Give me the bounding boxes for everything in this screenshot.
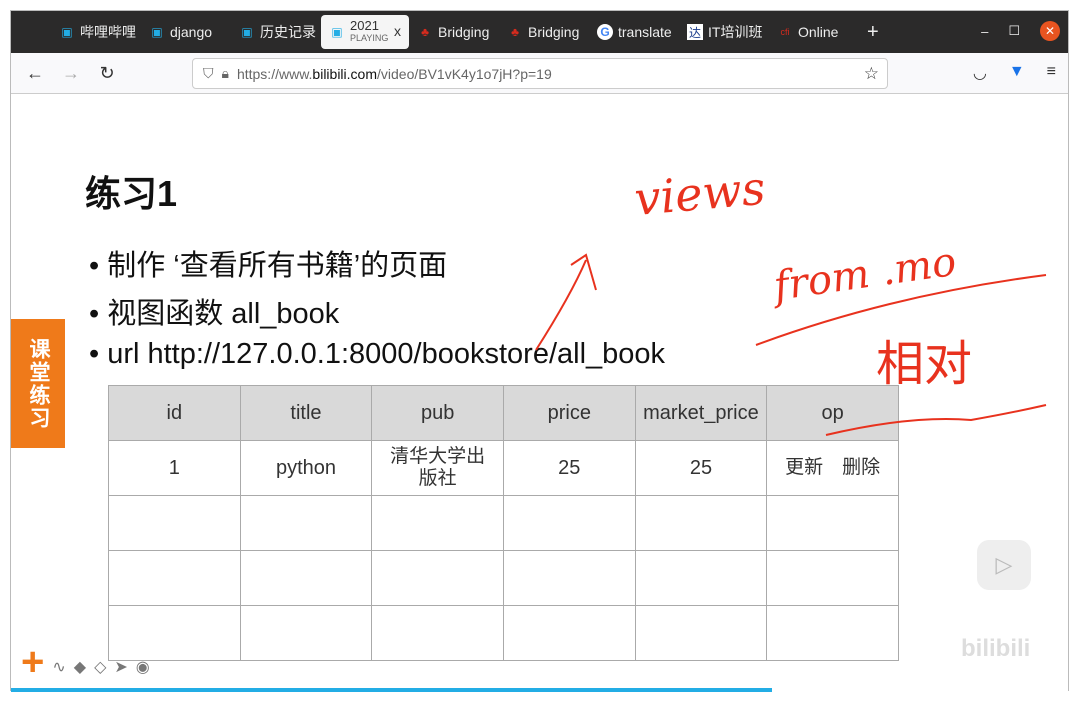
video-content[interactable]: 练习1 • 制作 ‘查看所有书籍’的页面 • 视图函数 all_book • u…: [11, 95, 1068, 692]
pointer-icon[interactable]: ➤: [114, 657, 127, 677]
tab-7[interactable]: 达 IT培训班: [679, 15, 769, 49]
maple-leaf-icon: ♣: [511, 25, 519, 39]
underline-stroke: [825, 404, 1047, 436]
minimize-button[interactable]: –: [981, 24, 988, 39]
url-domain: bilibili.com: [312, 65, 377, 82]
url-bar[interactable]: ⛉ 🔒︎ https://www.bilibili.com/video/BV1vK…: [192, 58, 888, 89]
tab-6[interactable]: Gtranslate: [589, 15, 679, 49]
record-icon[interactable]: ◉: [136, 657, 150, 677]
maple-leaf-icon: ♣: [421, 25, 429, 39]
close-window-button[interactable]: ✕: [1040, 21, 1060, 41]
bilibili-icon: ▣: [331, 25, 343, 39]
pen-toolbar: + ∿ ◆ ◇ ➤ ◉: [21, 640, 150, 684]
new-tab-button[interactable]: +: [867, 21, 879, 44]
tab-8[interactable]: cfi Online: [769, 15, 859, 49]
google-icon: G: [597, 24, 613, 40]
play-button[interactable]: ▷: [977, 540, 1031, 590]
url-text: https://www.bilibili.com/video/BV1vK4y1o…: [237, 66, 552, 82]
bookmark-star-icon[interactable]: ☆: [864, 64, 879, 84]
forward-icon[interactable]: →: [53, 63, 89, 84]
bilibili-icon: ▣: [241, 25, 253, 39]
menu-icon[interactable]: ≡: [1047, 63, 1056, 83]
back-icon[interactable]: ←: [17, 63, 53, 84]
url-path: /video/BV1vK4y1o7jH?p=19: [377, 65, 552, 82]
browser-window: ▣ 哔哩哔哩 ▣ django ▣ 历史记录 ▣ 2021 PLAYING x ♣ Bridg…: [10, 10, 1069, 692]
reload-icon[interactable]: ↻: [89, 63, 125, 84]
video-progress-bar[interactable]: [11, 688, 773, 692]
bilibili-icon: ▣: [61, 25, 73, 39]
tab-2[interactable]: ▣ 历史记录: [231, 15, 321, 49]
handwriting-views: views: [632, 161, 767, 226]
tab-4[interactable]: ♣ Bridging: [409, 15, 499, 49]
tab-3-active[interactable]: ▣ 2021 PLAYING x: [321, 15, 409, 49]
orange-plus-icon: +: [21, 640, 45, 684]
marker-icon[interactable]: ◆: [74, 657, 86, 677]
tab-1[interactable]: ▣ django: [141, 15, 231, 49]
lock-icon[interactable]: 🔒︎: [222, 65, 229, 82]
curve-pen-icon[interactable]: ∿: [52, 657, 65, 677]
handwriting-from: from .mo: [768, 239, 959, 310]
handwriting-annotations: views from .mo 相对: [535, 161, 1047, 436]
arrow-stroke: [535, 253, 597, 351]
tab-5[interactable]: ♣ Bridging: [499, 15, 589, 49]
bilibili-icon: ▣: [151, 25, 163, 39]
close-tab-icon[interactable]: x: [394, 23, 401, 39]
tab-bar: ▣ 哔哩哔哩 ▣ django ▣ 历史记录 ▣ 2021 PLAYING x ♣ Bridg…: [11, 11, 1068, 53]
pocket-icon[interactable]: ◡: [973, 63, 987, 83]
extension-icon[interactable]: ▼: [1009, 63, 1025, 83]
handwriting-relative: 相对: [876, 336, 972, 392]
tab-0[interactable]: ▣ 哔哩哔哩: [51, 15, 141, 49]
da-icon: 达: [687, 24, 703, 40]
bilibili-watermark: bilibili: [961, 635, 1031, 662]
eraser-icon[interactable]: ◇: [94, 657, 106, 677]
shield-icon[interactable]: ⛉: [203, 65, 214, 82]
url-prefix: https://www.: [236, 65, 313, 82]
cfi-icon: cfi: [780, 27, 790, 37]
maximize-button[interactable]: ☐: [1008, 23, 1020, 39]
nav-toolbar: ← → ↻ ⛉ 🔒︎ https://www.bilibili.com/video…: [11, 53, 1068, 94]
